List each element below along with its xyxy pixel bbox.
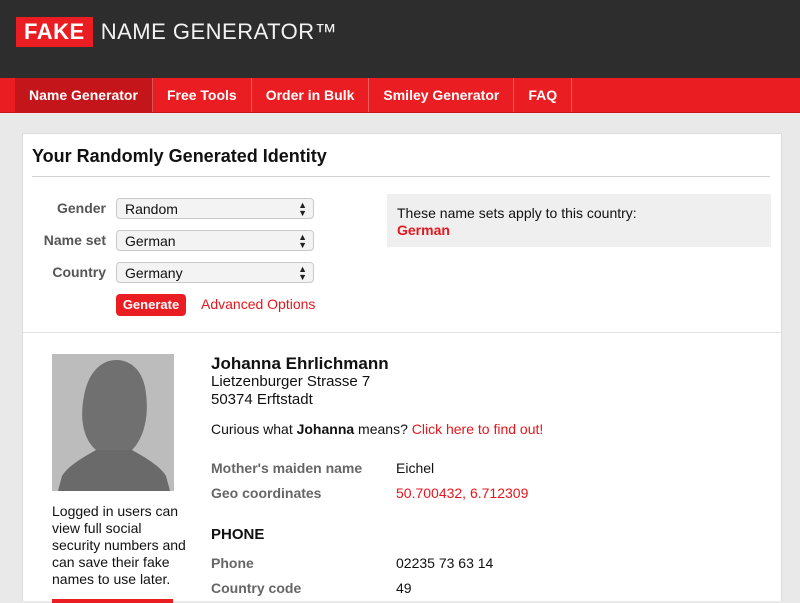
gender-label: Gender (56, 200, 106, 216)
country-code-label: Country code (211, 580, 302, 596)
person-name: Johanna Ehrlichmann (211, 354, 389, 373)
generate-button[interactable]: Generate (116, 294, 186, 316)
phone-section-title: PHONE (211, 526, 265, 543)
logo-fake: FAKE (16, 17, 93, 47)
country-label: Country (52, 264, 106, 280)
country-code-value: 49 (396, 580, 412, 596)
geo-coordinates-label: Geo coordinates (211, 485, 322, 501)
nav-item-smiley-generator[interactable]: Smiley Generator (369, 78, 515, 112)
nameset-label: Name set (43, 232, 106, 248)
content-card: Your Randomly Generated Identity Gender … (22, 133, 782, 603)
avatar (52, 354, 174, 491)
site-logo[interactable]: FAKE NAME GENERATOR™ (16, 17, 337, 47)
nameset-select[interactable]: German ▲ ▼ (116, 230, 314, 251)
info-text: These name sets apply to this country: (397, 205, 637, 221)
nav-item-order-in-bulk[interactable]: Order in Bulk (252, 78, 370, 112)
identity-result: Logged in users can view full social sec… (23, 332, 781, 603)
logo-name-generator: NAME GENERATOR™ (100, 19, 338, 44)
country-select[interactable]: Germany ▲ ▼ (116, 262, 314, 283)
address-city: 50374 Erftstadt (211, 391, 313, 408)
first-name: Johanna (296, 421, 355, 437)
person-silhouette-icon (52, 354, 174, 491)
main-nav: Name Generator Free Tools Order in Bulk … (0, 78, 800, 113)
geo-coordinates-link[interactable]: 50.700432, 6.712309 (396, 485, 528, 501)
select-arrows-icon: ▲ ▼ (298, 200, 307, 218)
nameset-info-box: These name sets apply to this country: G… (387, 194, 771, 247)
title-divider (32, 176, 770, 177)
curious-mid: means? (354, 421, 412, 437)
info-country: German (397, 222, 450, 238)
phone-label: Phone (211, 555, 254, 571)
nav-item-free-tools[interactable]: Free Tools (153, 78, 252, 112)
select-arrows-icon: ▲ ▼ (298, 264, 307, 282)
site-header: FAKE NAME GENERATOR™ (0, 0, 800, 78)
avatar-note: Logged in users can view full social sec… (52, 503, 186, 587)
maiden-name-label: Mother's maiden name (211, 460, 363, 476)
gender-select-value: Random (125, 201, 178, 217)
name-meaning-link[interactable]: Click here to find out! (412, 421, 544, 437)
nav-list: Name Generator Free Tools Order in Bulk … (15, 78, 573, 112)
curious-prefix: Curious what (211, 421, 297, 437)
nav-item-name-generator[interactable]: Name Generator (15, 78, 153, 112)
nav-item-faq[interactable]: FAQ (514, 78, 573, 112)
advanced-options-link[interactable]: Advanced Options (201, 296, 315, 312)
nameset-select-value: German (125, 233, 176, 249)
select-arrows-icon: ▲ ▼ (298, 232, 307, 250)
name-meaning-line: Curious what Johanna means? Click here t… (211, 421, 543, 437)
maiden-name-value: Eichel (396, 460, 435, 476)
phone-value: 02235 73 63 14 (396, 555, 494, 571)
page-title: Your Randomly Generated Identity (32, 146, 327, 166)
gender-select[interactable]: Random ▲ ▼ (116, 198, 314, 219)
address-street: Lietzenburger Strasse 7 (211, 373, 371, 390)
country-select-value: Germany (125, 265, 183, 281)
